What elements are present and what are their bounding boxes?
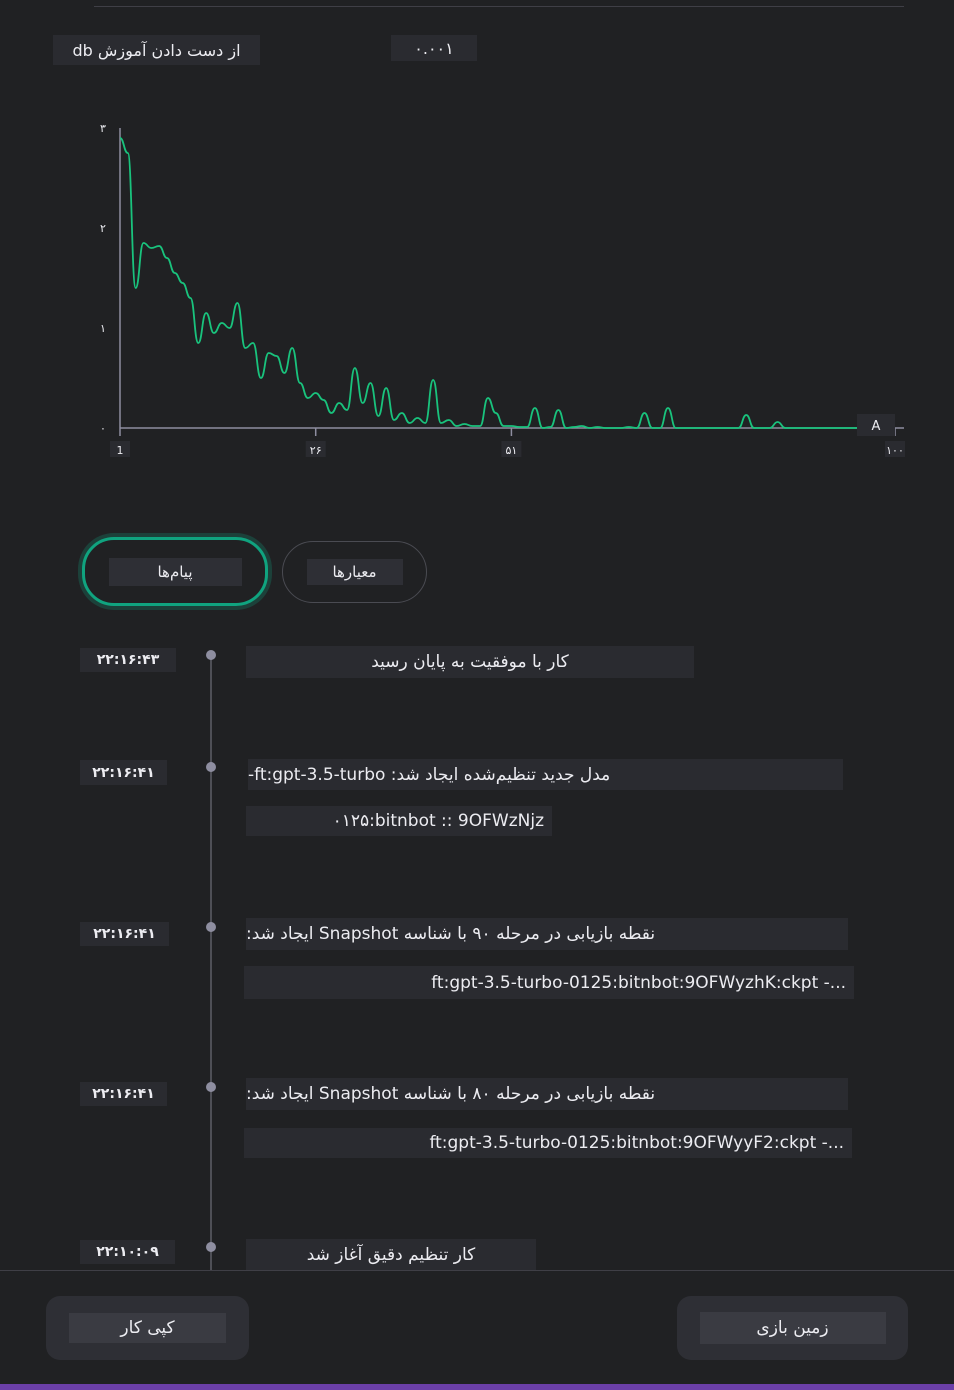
event-timestamp: ۲۲:۱۶:۴۱ bbox=[80, 922, 169, 946]
event-message-detail: ft:gpt-3.5-turbo-0125:bitnbot:9OFWyzhK:c… bbox=[244, 966, 854, 999]
event-message: نقطه بازیابی در مرحله ۸۰ با شناسه Snapsh… bbox=[246, 1078, 848, 1110]
x-tick-label: ۵۱ bbox=[506, 444, 518, 457]
event-timestamp: ۲۲:۱۶:۴۳ bbox=[80, 648, 176, 672]
bottom-accent-bar bbox=[0, 1384, 954, 1390]
training-loss-value: ۰.۰۰۱ bbox=[391, 35, 477, 61]
x-tick-label: ۲۶ bbox=[310, 444, 322, 457]
event-timestamp: ۲۲:۱۶:۴۱ bbox=[80, 1082, 167, 1106]
y-tick-label: ۱ bbox=[100, 322, 106, 335]
copy-job-button[interactable]: کپی کار bbox=[46, 1296, 249, 1360]
tab-messages-label: پیام‌ها bbox=[108, 557, 242, 586]
x-tick-label: ۱۰۰ bbox=[886, 444, 904, 457]
event-message-detail: ft:gpt-3.5-turbo-0125:bitnbot:9OFWyyF2:c… bbox=[244, 1128, 852, 1158]
y-tick-label: ۳ bbox=[100, 122, 106, 135]
tab-metrics-label: معیارها bbox=[306, 559, 403, 585]
event-message: کار با موفقیت به پایان رسید bbox=[246, 646, 694, 678]
playground-label: زمین بازی bbox=[699, 1312, 886, 1344]
training-loss-chart: ۰ ۱ ۲ ۳ 1 ۲۶ ۵۱ ۱۰۰ A bbox=[100, 122, 905, 457]
event-timestamp: ۲۲:۱۶:۴۱ bbox=[80, 760, 167, 785]
tab-messages[interactable]: پیام‌ها bbox=[82, 537, 268, 606]
event-message-detail: ۰۱۲۵:bitnbot :: 9OFWzNjz bbox=[246, 806, 552, 836]
marker-label: A bbox=[872, 419, 881, 434]
loss-series-line bbox=[119, 137, 895, 429]
tab-metrics[interactable]: معیارها bbox=[282, 541, 427, 603]
event-message: نقطه بازیابی در مرحله ۹۰ با شناسه Snapsh… bbox=[246, 918, 848, 950]
timeline-dot bbox=[206, 922, 216, 932]
event-timestamp: ۲۲:۱۰:۰۹ bbox=[80, 1240, 175, 1264]
copy-job-label: کپی کار bbox=[69, 1313, 226, 1343]
timeline-dot bbox=[206, 650, 216, 660]
x-tick-label: 1 bbox=[117, 444, 124, 457]
y-tick-label: ۲ bbox=[100, 222, 106, 235]
timeline-dot bbox=[206, 1242, 216, 1252]
event-message: کار تنظیم دقیق آغاز شد bbox=[246, 1239, 536, 1270]
training-loss-label: از دست دادن آموزش db bbox=[53, 35, 260, 65]
timeline-dot bbox=[206, 1082, 216, 1092]
timeline-dot bbox=[206, 762, 216, 772]
y-tick-label: ۰ bbox=[100, 422, 106, 435]
playground-button[interactable]: زمین بازی bbox=[677, 1296, 908, 1360]
event-message: مدل جدید تنظیم‌شده ایجاد شد: ft:gpt-3.5-… bbox=[248, 759, 843, 790]
top-divider bbox=[94, 6, 904, 7]
timeline-line bbox=[210, 655, 212, 1270]
